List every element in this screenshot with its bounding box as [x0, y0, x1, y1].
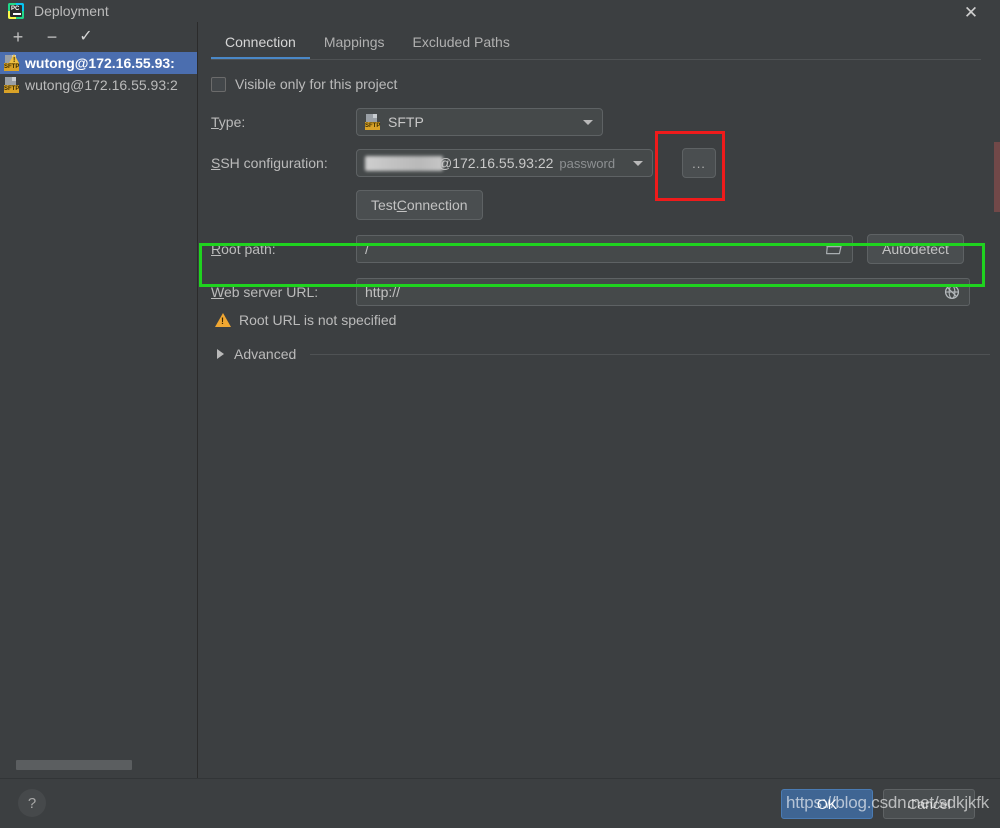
advanced-section[interactable]: Advanced	[211, 346, 1000, 362]
chevron-down-icon[interactable]	[633, 161, 643, 166]
web-server-url-row: Web server URL: http://	[211, 278, 1000, 306]
ssh-configuration-row: SSH configuration: @172.16.55.93:22 pass…	[211, 148, 1000, 178]
warning-triangle-icon: !	[215, 313, 231, 327]
pycharm-icon: PC	[8, 3, 24, 19]
horizontal-scrollbar[interactable]	[0, 756, 198, 774]
chevron-down-icon[interactable]	[583, 120, 593, 125]
dialog-footer: ? OK Cancel	[0, 778, 1000, 828]
web-server-url-label: Web server URL:	[211, 284, 319, 300]
set-default-server-button[interactable]: ✓	[74, 25, 98, 49]
redacted-username	[365, 155, 443, 171]
remove-server-button[interactable]: −	[40, 25, 64, 49]
tab-mappings[interactable]: Mappings	[310, 32, 399, 60]
title-bar: PC Deployment ✕	[0, 0, 1000, 22]
sftp-warning-icon: ! SFTP	[4, 54, 20, 71]
add-server-button[interactable]: +	[6, 25, 30, 49]
cancel-button[interactable]: Cancel	[883, 789, 975, 819]
type-label: Type:	[211, 114, 246, 130]
tab-bar: Connection Mappings Excluded Paths	[199, 22, 1000, 60]
deployment-dialog: PC Deployment ✕ + − ✓ ! SFTP wutong@172.…	[0, 0, 1000, 828]
ssh-auth-type: password	[559, 155, 616, 171]
connection-panel: Connection Mappings Excluded Paths Visib…	[199, 22, 1000, 778]
advanced-label[interactable]: Advanced	[234, 346, 296, 362]
root-path-input[interactable]: /	[356, 235, 853, 263]
ssh-config-browse-button[interactable]: ...	[682, 148, 716, 178]
globe-icon[interactable]	[944, 284, 960, 300]
advanced-divider	[310, 353, 990, 355]
root-path-value: /	[365, 241, 369, 257]
web-server-url-value: http://	[365, 284, 401, 300]
ssh-configuration-dropdown[interactable]: @172.16.55.93:22 password	[356, 149, 653, 177]
vertical-scrollbar-thumb[interactable]	[994, 142, 1000, 212]
web-server-url-input[interactable]: http://	[356, 278, 970, 306]
close-icon[interactable]: ✕	[956, 0, 986, 24]
root-url-warning-text: Root URL is not specified	[239, 312, 397, 328]
window-title: Deployment	[34, 3, 109, 19]
help-button[interactable]: ?	[18, 789, 46, 817]
type-dropdown[interactable]: SFTP SFTP	[356, 108, 603, 136]
test-connection-row: Test Connection	[356, 190, 1000, 220]
sftp-icon: SFTP	[4, 77, 20, 93]
visible-only-label[interactable]: Visible only for this project	[235, 76, 397, 92]
autodetect-button[interactable]: Autodetect	[867, 234, 964, 264]
horizontal-scrollbar-thumb[interactable]	[16, 760, 132, 770]
visible-only-row: Visible only for this project	[211, 76, 1000, 92]
server-list: ! SFTP wutong@172.16.55.93: SFTP wutong@…	[0, 52, 197, 752]
ssh-configuration-value: @172.16.55.93:22	[438, 155, 554, 171]
folder-icon[interactable]	[826, 242, 842, 255]
list-item-label: wutong@172.16.55.93:2	[25, 77, 178, 93]
visible-only-checkbox[interactable]	[211, 76, 226, 92]
root-path-row: Root path: / Autodetect	[211, 234, 1000, 264]
list-item[interactable]: SFTP wutong@172.16.55.93:2	[0, 74, 197, 96]
list-item[interactable]: ! SFTP wutong@172.16.55.93:	[0, 52, 197, 74]
sftp-icon: SFTP	[365, 114, 381, 130]
server-list-toolbar: + − ✓	[0, 22, 197, 52]
connection-form: Visible only for this project Type: SFTP…	[199, 60, 1000, 362]
server-list-panel: + − ✓ ! SFTP wutong@172.16.55.93: SFTP w…	[0, 22, 198, 778]
root-path-label: Root path:	[211, 241, 276, 257]
tab-excluded-paths[interactable]: Excluded Paths	[399, 32, 524, 60]
list-item-label: wutong@172.16.55.93:	[25, 55, 175, 71]
type-row: Type: SFTP SFTP	[211, 108, 1000, 136]
chevron-right-icon[interactable]	[217, 349, 224, 359]
ssh-configuration-label: SSH configuration:	[211, 155, 328, 171]
root-url-warning: ! Root URL is not specified	[211, 312, 1000, 328]
tab-connection[interactable]: Connection	[211, 32, 310, 60]
test-connection-button[interactable]: Test Connection	[356, 190, 483, 220]
type-value: SFTP	[388, 114, 424, 130]
ok-button[interactable]: OK	[781, 789, 873, 819]
